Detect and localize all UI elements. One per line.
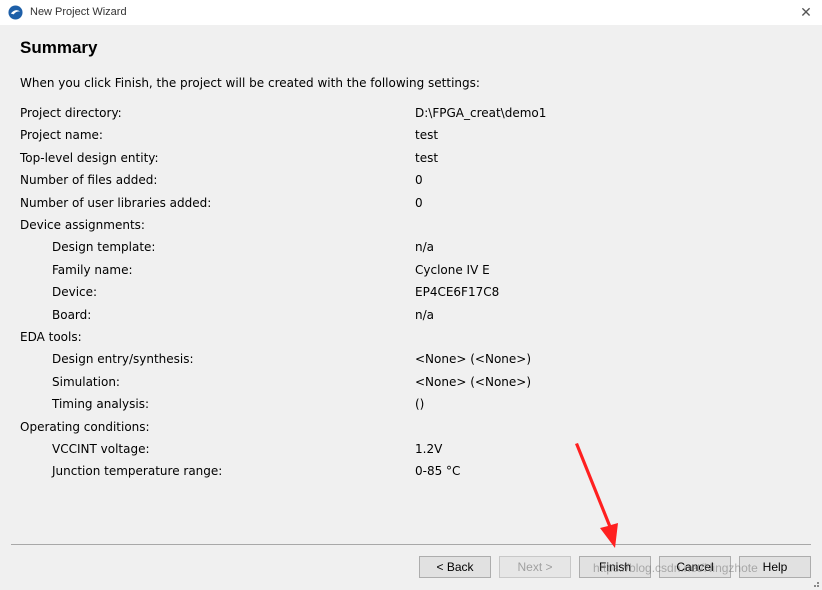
footer-divider	[11, 544, 811, 545]
settings-value: ()	[415, 397, 425, 412]
settings-value: 0	[415, 195, 423, 210]
settings-row: Project name: test	[0, 128, 822, 150]
settings-row: Design template: n/a	[0, 240, 822, 262]
close-icon: ✕	[800, 5, 812, 21]
settings-label: Top-level design entity:	[20, 150, 159, 165]
settings-row: Top-level design entity: test	[0, 151, 822, 173]
settings-row: Design entry/synthesis: <None> (<None>)	[0, 352, 822, 374]
settings-label: Operating conditions:	[20, 419, 150, 434]
settings-value: test	[415, 128, 439, 143]
settings-label: Number of user libraries added:	[20, 195, 212, 210]
annotation-arrow	[575, 443, 618, 548]
watermark: https://blog.csdn.net/Ningzhote	[593, 561, 758, 575]
window-title: New Project Wizard	[30, 6, 127, 18]
settings-row: Simulation: <None> (<None>)	[0, 375, 822, 397]
settings-value: 0-85 °C	[415, 464, 461, 479]
settings-value: <None> (<None>)	[415, 352, 532, 367]
settings-row: Family name: Cyclone IV E	[0, 263, 822, 285]
page-title: Summary	[20, 38, 98, 57]
settings-label: Timing analysis:	[52, 397, 149, 412]
settings-value: n/a	[415, 240, 435, 255]
settings-row: Device: EP4CE6F17C8	[0, 285, 822, 307]
app-icon	[8, 5, 23, 20]
settings-row: Junction temperature range: 0-85 °C	[0, 464, 822, 486]
settings-row: Number of files added: 0	[0, 173, 822, 195]
settings-value: Cyclone IV E	[415, 262, 490, 277]
settings-value: <None> (<None>)	[415, 374, 532, 389]
settings-row: VCCINT voltage: 1.2V	[0, 442, 822, 464]
settings-label: VCCINT voltage:	[52, 442, 150, 456]
settings-label: Device assignments:	[20, 218, 145, 232]
back-button[interactable]: < Back	[419, 556, 491, 578]
settings-label: Junction temperature range:	[52, 464, 223, 479]
settings-row: Device assignments:	[0, 218, 822, 240]
settings-value: n/a	[415, 307, 435, 322]
settings-row: Project directory: D:\FPGA_creat\demo1	[0, 106, 822, 128]
resize-grip-icon[interactable]	[810, 578, 820, 588]
settings-label: Simulation:	[52, 374, 120, 389]
title-bar: New Project Wizard ✕	[0, 0, 822, 25]
settings-label: EDA tools:	[20, 330, 82, 344]
settings-label: Family name:	[52, 262, 133, 277]
settings-row: Board: n/a	[0, 308, 822, 330]
intro-text: When you click Finish, the project will …	[20, 76, 480, 90]
settings-label: Project name:	[20, 128, 103, 143]
settings-label: Number of files added:	[20, 173, 158, 188]
settings-label: Design template:	[52, 240, 156, 255]
settings-label: Design entry/synthesis:	[52, 352, 194, 367]
settings-row: EDA tools:	[0, 330, 822, 352]
settings-row: Number of user libraries added: 0	[0, 196, 822, 218]
settings-value: D:\FPGA_creat\demo1	[415, 106, 547, 120]
next-button[interactable]: Next >	[499, 556, 571, 578]
close-button[interactable]: ✕	[796, 3, 816, 23]
settings-row: Timing analysis: ()	[0, 397, 822, 419]
settings-value: test	[415, 150, 439, 165]
settings-value: EP4CE6F17C8	[415, 285, 500, 300]
settings-value: 1.2V	[415, 442, 443, 456]
settings-label: Board:	[52, 307, 92, 322]
settings-label: Device:	[52, 285, 98, 300]
settings-row: Operating conditions:	[0, 420, 822, 442]
settings-value: 0	[415, 173, 423, 188]
settings-label: Project directory:	[20, 106, 122, 120]
